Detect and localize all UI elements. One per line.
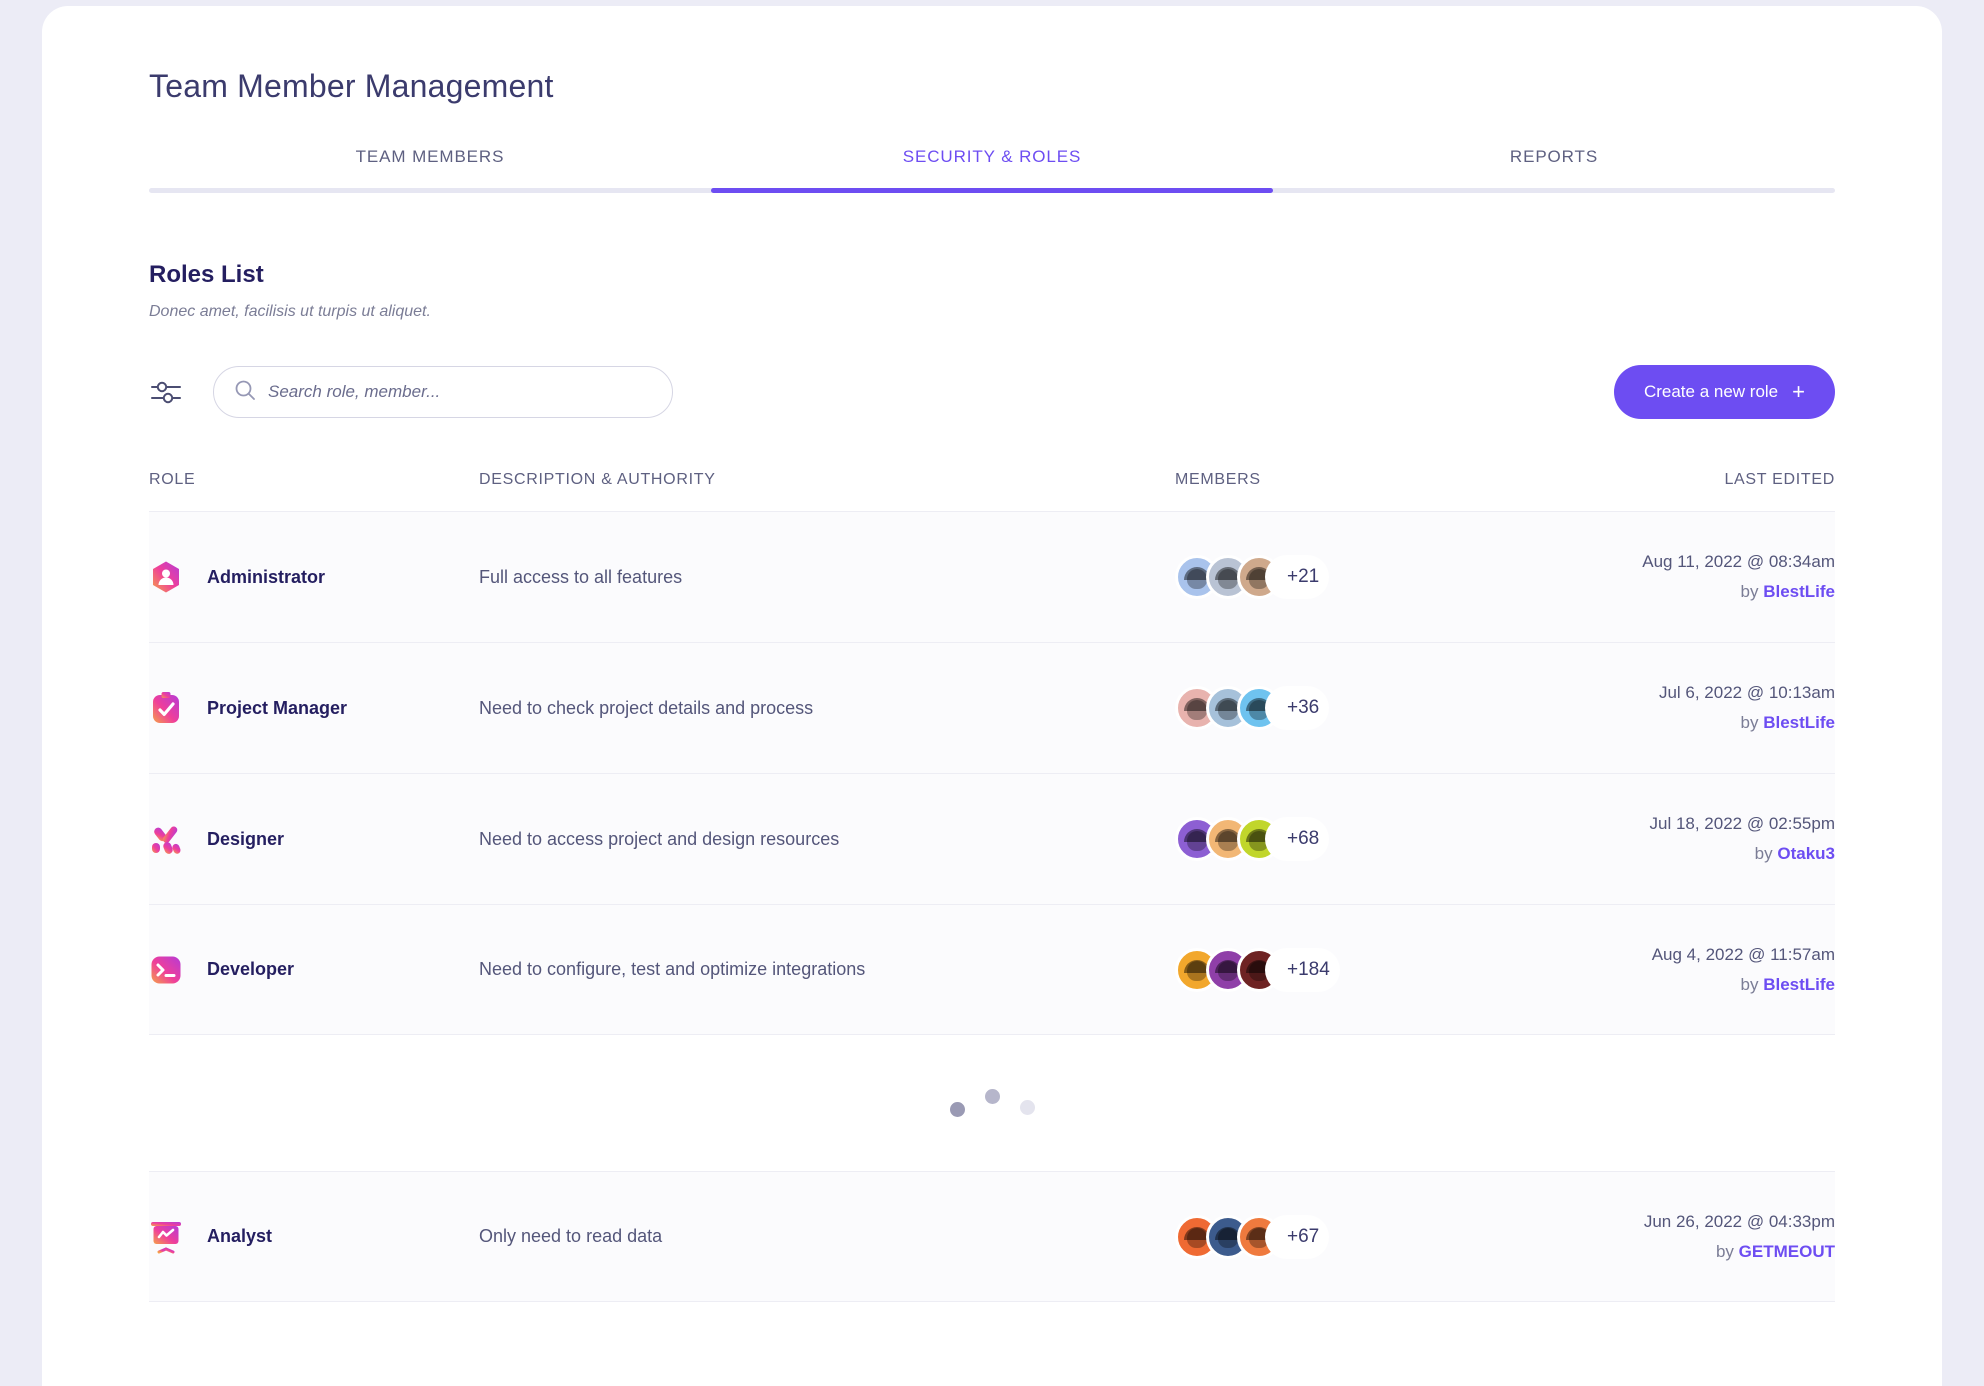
toolbar: Create a new role + bbox=[42, 365, 1942, 419]
editor-user-link[interactable]: BlestLife bbox=[1763, 713, 1835, 732]
analyst-presentation-chart-icon bbox=[149, 1220, 183, 1254]
avatar-group[interactable]: +36 bbox=[1175, 686, 1525, 730]
table-body-continued: Analyst Only need to read data +67 Jun 26, … bbox=[149, 1171, 1835, 1302]
page-card: Team Member Management TEAM MEMBERS SECU… bbox=[42, 6, 1942, 1386]
column-header-members: MEMBERS bbox=[1175, 471, 1525, 489]
last-edited-cell: Jul 18, 2022 @ 02:55pm by Otaku3 bbox=[1525, 814, 1835, 864]
search-input[interactable] bbox=[268, 382, 652, 402]
members-cell: +184 bbox=[1175, 948, 1525, 992]
create-new-role-button[interactable]: Create a new role + bbox=[1614, 365, 1835, 419]
by-prefix: by bbox=[1755, 844, 1778, 863]
members-cell: +21 bbox=[1175, 555, 1525, 599]
role-description: Only need to read data bbox=[479, 1226, 1175, 1247]
role-cell: Developer bbox=[149, 953, 479, 987]
table-row[interactable]: Developer Need to configure, test and opt… bbox=[149, 904, 1835, 1035]
table-row[interactable]: Project Manager Need to check project det… bbox=[149, 642, 1835, 773]
designer-brush-strokes-icon bbox=[149, 822, 183, 856]
members-cell: +36 bbox=[1175, 686, 1525, 730]
member-count-badge[interactable]: +68 bbox=[1265, 817, 1329, 861]
editor-user-link[interactable]: GETMEOUT bbox=[1739, 1242, 1835, 1261]
column-header-description: DESCRIPTION & AUTHORITY bbox=[479, 471, 1175, 489]
role-cell: Analyst bbox=[149, 1220, 479, 1254]
table-body: Administrator Full access to all features… bbox=[149, 511, 1835, 1035]
last-edited-by: by BlestLife bbox=[1525, 975, 1835, 995]
loading-dots bbox=[149, 1035, 1835, 1171]
role-name: Project Manager bbox=[207, 698, 347, 719]
role-name: Analyst bbox=[207, 1226, 272, 1247]
table-row[interactable]: Analyst Only need to read data +67 Jun 26, … bbox=[149, 1171, 1835, 1302]
last-edited-cell: Aug 11, 2022 @ 08:34am by BlestLife bbox=[1525, 552, 1835, 602]
member-count-badge[interactable]: +36 bbox=[1265, 686, 1329, 730]
role-description: Need to access project and design resour… bbox=[479, 829, 1175, 850]
last-edited-date: Aug 11, 2022 @ 08:34am bbox=[1525, 552, 1835, 572]
last-edited-date: Jun 26, 2022 @ 04:33pm bbox=[1525, 1212, 1835, 1232]
role-description: Full access to all features bbox=[479, 567, 1175, 588]
avatar-group[interactable]: +67 bbox=[1175, 1215, 1525, 1259]
loading-dot-3 bbox=[1020, 1100, 1035, 1115]
tab-reports[interactable]: REPORTS bbox=[1273, 147, 1835, 193]
plus-icon: + bbox=[1792, 381, 1805, 403]
last-edited-cell: Aug 4, 2022 @ 11:57am by BlestLife bbox=[1525, 945, 1835, 995]
last-edited-by: by GETMEOUT bbox=[1525, 1242, 1835, 1262]
members-cell: +67 bbox=[1175, 1215, 1525, 1259]
avatar-group[interactable]: +184 bbox=[1175, 948, 1525, 992]
last-edited-by: by BlestLife bbox=[1525, 582, 1835, 602]
sliders-filter-icon[interactable] bbox=[149, 377, 183, 407]
editor-user-link[interactable]: BlestLife bbox=[1763, 975, 1835, 994]
member-count-badge[interactable]: +21 bbox=[1265, 555, 1329, 599]
avatar-group[interactable]: +21 bbox=[1175, 555, 1525, 599]
tab-active-indicator bbox=[711, 188, 1273, 193]
column-header-last-edited: LAST EDITED bbox=[1525, 471, 1835, 489]
roles-table: ROLE DESCRIPTION & AUTHORITY MEMBERS LAS… bbox=[42, 471, 1942, 1302]
editor-user-link[interactable]: BlestLife bbox=[1763, 582, 1835, 601]
role-cell: Designer bbox=[149, 822, 479, 856]
column-header-role: ROLE bbox=[149, 471, 479, 489]
page-title: Team Member Management bbox=[42, 6, 1942, 105]
tab-bar: TEAM MEMBERS SECURITY & ROLES REPORTS bbox=[42, 147, 1942, 193]
role-cell: Project Manager bbox=[149, 691, 479, 725]
role-name: Designer bbox=[207, 829, 284, 850]
by-prefix: by bbox=[1741, 975, 1764, 994]
by-prefix: by bbox=[1741, 713, 1764, 732]
table-header-row: ROLE DESCRIPTION & AUTHORITY MEMBERS LAS… bbox=[149, 471, 1835, 511]
tab-security-roles[interactable]: SECURITY & ROLES bbox=[711, 147, 1273, 193]
tab-team-members[interactable]: TEAM MEMBERS bbox=[149, 147, 711, 193]
last-edited-date: Jul 18, 2022 @ 02:55pm bbox=[1525, 814, 1835, 834]
create-new-role-label: Create a new role bbox=[1644, 382, 1778, 402]
role-name: Administrator bbox=[207, 567, 325, 588]
member-count-badge[interactable]: +184 bbox=[1265, 948, 1340, 992]
member-count-badge[interactable]: +67 bbox=[1265, 1215, 1329, 1259]
table-row[interactable]: Designer Need to access project and desig… bbox=[149, 773, 1835, 904]
editor-user-link[interactable]: Otaku3 bbox=[1777, 844, 1835, 863]
last-edited-by: by Otaku3 bbox=[1525, 844, 1835, 864]
avatar-group[interactable]: +68 bbox=[1175, 817, 1525, 861]
by-prefix: by bbox=[1716, 1242, 1739, 1261]
roles-list-subtitle: Donec amet, facilisis ut turpis ut aliqu… bbox=[149, 303, 1835, 321]
last-edited-by: by BlestLife bbox=[1525, 713, 1835, 733]
loading-dot-1 bbox=[950, 1102, 965, 1117]
members-cell: +68 bbox=[1175, 817, 1525, 861]
last-edited-date: Jul 6, 2022 @ 10:13am bbox=[1525, 683, 1835, 703]
section-header: Roles List Donec amet, facilisis ut turp… bbox=[42, 261, 1942, 321]
project-manager-clipboard-check-icon bbox=[149, 691, 183, 725]
search-box[interactable] bbox=[213, 366, 673, 418]
roles-list-title: Roles List bbox=[149, 261, 1835, 289]
last-edited-date: Aug 4, 2022 @ 11:57am bbox=[1525, 945, 1835, 965]
search-icon bbox=[234, 379, 256, 406]
role-name: Developer bbox=[207, 959, 294, 980]
table-row[interactable]: Administrator Full access to all features… bbox=[149, 511, 1835, 642]
last-edited-cell: Jun 26, 2022 @ 04:33pm by GETMEOUT bbox=[1525, 1212, 1835, 1262]
role-description: Need to configure, test and optimize int… bbox=[479, 959, 1175, 980]
role-description: Need to check project details and proces… bbox=[479, 698, 1175, 719]
last-edited-cell: Jul 6, 2022 @ 10:13am by BlestLife bbox=[1525, 683, 1835, 733]
by-prefix: by bbox=[1741, 582, 1764, 601]
loading-dot-2 bbox=[985, 1089, 1000, 1104]
role-cell: Administrator bbox=[149, 560, 479, 594]
developer-terminal-prompt-icon bbox=[149, 953, 183, 987]
administrator-hexagon-person-icon bbox=[149, 560, 183, 594]
